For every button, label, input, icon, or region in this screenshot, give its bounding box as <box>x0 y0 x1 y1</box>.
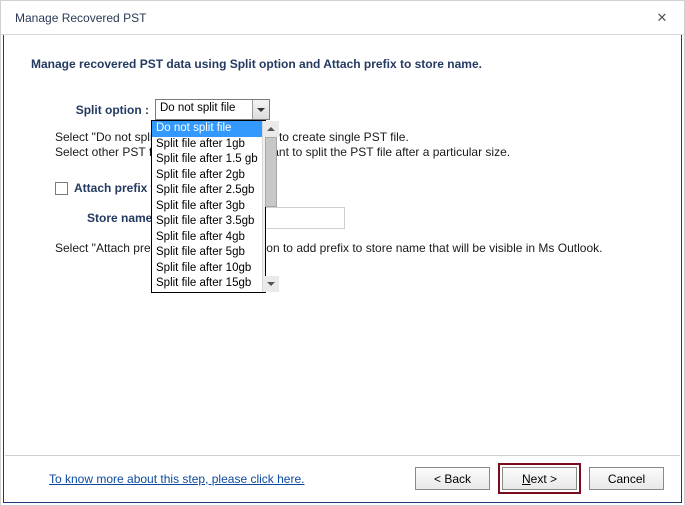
cancel-button[interactable]: Cancel <box>589 467 664 490</box>
dropdown-item[interactable]: Split file after 4gb <box>152 230 262 246</box>
learn-more-link[interactable]: To know more about this step, please cli… <box>49 472 304 486</box>
dropdown-item[interactable]: Split file after 1gb <box>152 137 262 153</box>
scroll-up-icon[interactable] <box>263 121 279 137</box>
page-heading: Manage recovered PST data using Split op… <box>31 57 654 71</box>
scroll-down-icon[interactable] <box>263 276 279 292</box>
back-button[interactable]: < Back <box>415 467 490 490</box>
dropdown-item[interactable]: Do not split file <box>152 121 262 137</box>
window-title: Manage Recovered PST <box>15 11 146 25</box>
footer: To know more about this step, please cli… <box>5 455 680 501</box>
split-option-dropdown[interactable]: Do not split file Split file after 1gb S… <box>151 120 266 293</box>
dropdown-scrollbar[interactable] <box>262 121 265 292</box>
hint-line-1: Select "Do not split file" option if you… <box>55 130 654 144</box>
hint-line-2: Select other PST file size option, if yo… <box>55 145 654 159</box>
dropdown-item[interactable]: Split file after 2gb <box>152 168 262 184</box>
scroll-thumb[interactable] <box>265 137 277 207</box>
close-button[interactable]: ✕ <box>640 1 684 35</box>
split-option-combo[interactable]: Do not split file <box>155 99 270 120</box>
split-option-selected: Do not split file <box>160 102 235 114</box>
dropdown-items: Do not split file Split file after 1gb S… <box>152 121 262 292</box>
close-icon: ✕ <box>657 10 668 26</box>
split-option-label: Split option : <box>27 103 155 117</box>
dropdown-item[interactable]: Split file after 3gb <box>152 199 262 215</box>
next-button-highlight: Next > <box>498 463 581 494</box>
dropdown-item[interactable]: Split file after 2.5gb <box>152 183 262 199</box>
dropdown-item[interactable]: Split file after 3.5gb <box>152 214 262 230</box>
dropdown-item[interactable]: Split file after 1.5 gb <box>152 152 262 168</box>
dropdown-item[interactable]: Split file after 5gb <box>152 245 262 261</box>
dropdown-item[interactable]: Split file after 10gb <box>152 261 262 277</box>
dropdown-item[interactable]: Split file after 15gb <box>152 276 262 292</box>
attach-prefix-checkbox[interactable] <box>55 182 68 195</box>
content-area: Manage recovered PST data using Split op… <box>5 37 680 455</box>
hint-attach: Select "Attach prefix to store name" opt… <box>55 241 654 255</box>
chevron-down-icon[interactable] <box>252 100 269 119</box>
next-button[interactable]: Next > <box>502 467 577 490</box>
titlebar: Manage Recovered PST ✕ <box>1 1 684 35</box>
